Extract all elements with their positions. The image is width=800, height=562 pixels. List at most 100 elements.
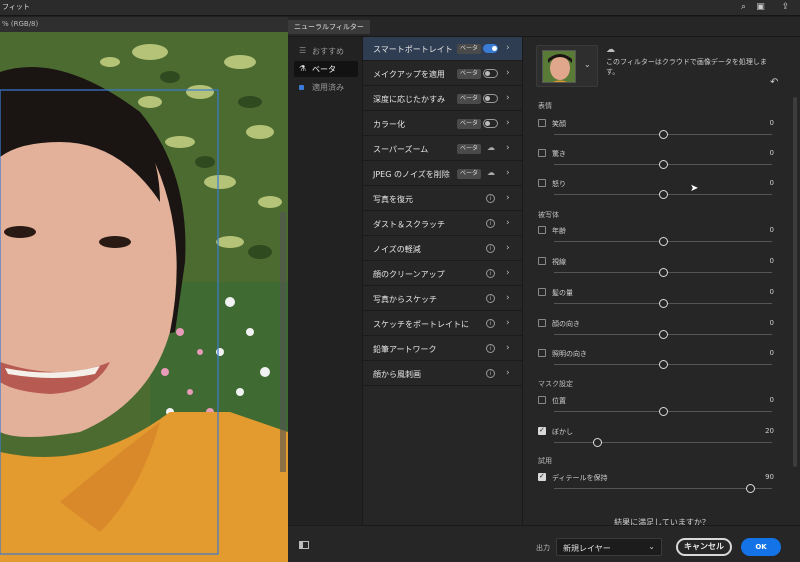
checkbox[interactable] [538,179,546,187]
filter-photo-restore[interactable]: 写真を復元 i › [363,187,522,211]
filter-photo-to-sketch[interactable]: 写真からスケッチ i › [363,287,522,311]
slider-knob[interactable] [658,299,668,308]
category-applied[interactable]: 適用済み [294,79,358,95]
filter-makeup-transfer[interactable]: メイクアップを適用 ベータ › [363,62,522,86]
chevron-right-icon[interactable]: › [506,68,510,78]
slider-hair-thickness[interactable]: 髪の量 0 [538,288,774,318]
filter-toggle[interactable] [483,69,498,78]
slider-knob[interactable] [658,360,668,369]
checkbox[interactable] [538,349,546,357]
filter-depth-blur[interactable]: 深度に応じたかすみ ベータ › [363,87,522,111]
info-icon[interactable]: i [486,319,495,328]
checkbox[interactable] [538,288,546,296]
slider-age[interactable]: 年齢 0 [538,226,774,256]
info-icon[interactable]: i [486,219,495,228]
checkbox[interactable] [538,319,546,327]
slider-position[interactable]: 位置 0 [538,396,774,426]
menu-fit[interactable]: フィット [2,2,30,12]
settings-scrollbar[interactable] [793,97,797,467]
cancel-button[interactable]: キャンセル [676,538,732,556]
ok-button[interactable]: OK [741,538,781,556]
checkbox[interactable] [538,426,546,435]
filter-toggle[interactable] [483,94,498,103]
info-icon[interactable]: i [486,194,495,203]
panel-footer: 出力 新規レイヤー ⌄ キャンセル OK [288,525,800,562]
info-icon[interactable]: i [486,369,495,378]
slider-track[interactable] [554,488,772,489]
category-beta[interactable]: ⚗ ベータ [294,61,358,77]
checkbox[interactable] [538,226,546,234]
slider-surprise[interactable]: 驚き 0 [538,149,774,179]
info-icon[interactable]: i [486,344,495,353]
filter-super-zoom[interactable]: スーパーズーム ベータ ☁ › [363,137,522,161]
share-icon[interactable]: ⇪ [780,2,791,13]
slider-knob[interactable] [658,160,668,169]
chevron-right-icon[interactable]: › [506,343,510,353]
filter-jpeg-artifacts[interactable]: JPEG のノイズを削除 ベータ ☁ › [363,162,522,186]
chevron-right-icon[interactable]: › [506,43,510,53]
info-icon[interactable]: i [486,244,495,253]
chevron-right-icon[interactable]: › [506,218,510,228]
slider-track[interactable] [554,442,772,443]
chevron-right-icon[interactable]: › [506,93,510,103]
slider-knob[interactable] [658,268,668,277]
chevron-right-icon[interactable]: › [506,368,510,378]
show-panel-icon[interactable] [299,541,309,549]
filter-toggle[interactable] [483,119,498,128]
slider-happiness[interactable]: 笑顔 0 [538,119,774,149]
document-tab[interactable]: % (RGB/8) [0,17,288,32]
image-canvas[interactable] [0,32,288,562]
info-icon[interactable]: i [486,294,495,303]
slider-knob[interactable] [658,237,668,246]
chevron-right-icon[interactable]: › [506,193,510,203]
filter-noise-reduction[interactable]: ノイズの軽減 i › [363,237,522,261]
slider-knob[interactable] [658,190,668,199]
chevron-right-icon[interactable]: › [506,143,510,153]
cloud-download-icon[interactable]: ☁ [486,168,496,178]
chevron-right-icon[interactable]: › [506,118,510,128]
panel-title[interactable]: ニューラルフィルター [288,20,370,34]
output-select[interactable]: 新規レイヤー ⌄ [556,538,662,556]
filter-face-to-satire[interactable]: 顔から風刺画 i › [363,362,522,386]
reference-image-picker[interactable]: ⌄ [536,45,598,87]
cloud-download-icon[interactable]: ☁ [486,143,496,153]
chevron-right-icon[interactable]: › [506,268,510,278]
filter-colorize[interactable]: カラー化 ベータ › [363,112,522,136]
filter-label: スケッチをポートレイトに [373,320,469,329]
filter-pencil-artwork[interactable]: 鉛筆アートワーク i › [363,337,522,361]
checkbox[interactable] [538,257,546,265]
chevron-right-icon[interactable]: › [506,318,510,328]
slider-preserve-details[interactable]: ディテールを保持 90 [538,472,774,503]
slider-light-direction[interactable]: 照明の向き 0 [538,349,774,379]
slider-knob[interactable] [593,438,603,447]
slider-knob[interactable] [658,130,668,139]
chevron-right-icon[interactable]: › [506,168,510,178]
chevron-right-icon[interactable]: › [506,293,510,303]
slider-knob[interactable] [745,484,755,493]
slider-label: 位置 [552,397,566,405]
filter-face-cleanup[interactable]: 顔のクリーンアップ i › [363,262,522,286]
slider-knob[interactable] [658,407,668,416]
reset-icon[interactable]: ↶ [770,77,778,88]
layout-icon[interactable]: ▣ [755,2,766,13]
checkbox[interactable] [538,119,546,127]
info-icon[interactable]: i [486,269,495,278]
filter-sketch-to-portrait[interactable]: スケッチをポートレイトに i › [363,312,522,336]
slider-gaze[interactable]: 視線 0 [538,257,774,287]
checkbox[interactable] [538,396,546,404]
checkbox[interactable] [538,149,546,157]
checkbox[interactable] [538,472,546,481]
category-recommended[interactable]: ☰ おすすめ [294,43,358,59]
filter-smart-portrait[interactable]: スマートポートレイト ベータ › [363,37,522,61]
chevron-down-icon[interactable]: ⌄ [584,60,591,69]
slider-knob[interactable] [658,330,668,339]
slider-anger[interactable]: 怒り 0 [538,179,774,209]
search-icon[interactable]: ⌕ [738,2,749,13]
slider-value: 0 [769,319,774,327]
slider-head-direction[interactable]: 顔の向き 0 [538,319,774,349]
filter-toggle[interactable] [483,44,498,53]
slider-label: 顔の向き [552,320,580,328]
chevron-right-icon[interactable]: › [506,243,510,253]
filter-dust-scratches[interactable]: ダスト＆スクラッチ i › [363,212,522,236]
slider-feather[interactable]: ぼかし 20 [538,426,774,457]
